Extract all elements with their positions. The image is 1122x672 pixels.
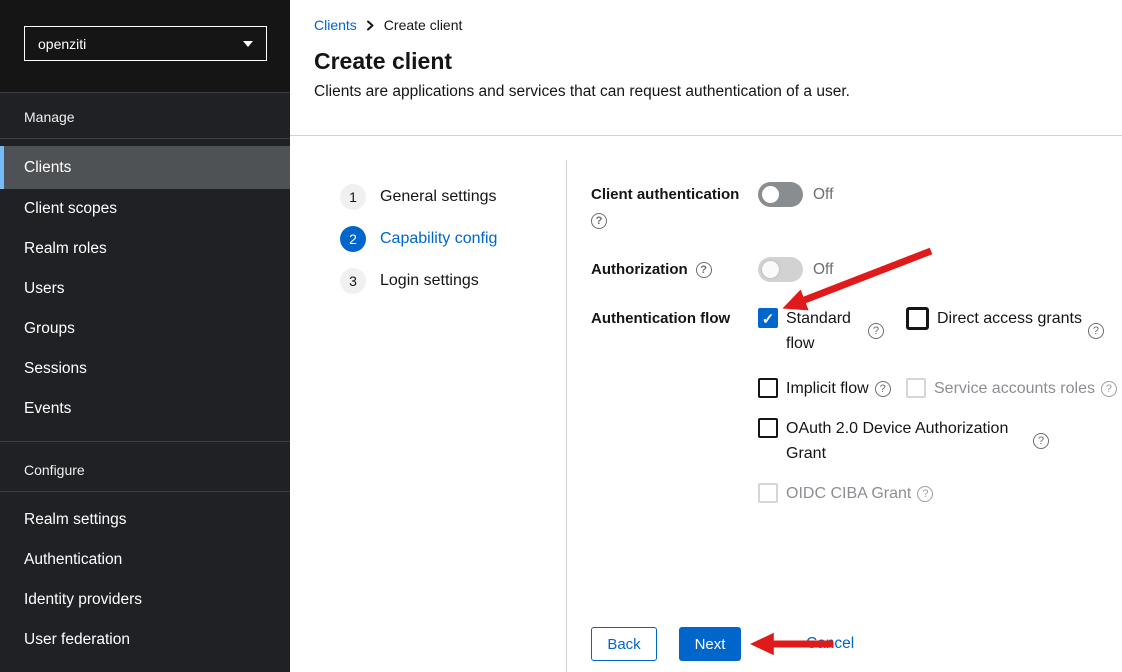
checkbox-grid-row: ✓ Standard flow ? Direct access grants ?: [758, 306, 1117, 356]
nav-list-configure: Realm settings Authentication Identity p…: [0, 492, 290, 660]
wizard-footer: Back Next Cancel: [591, 627, 854, 661]
wizard-step-general-settings[interactable]: 1 General settings: [340, 184, 566, 210]
back-button[interactable]: Back: [591, 627, 657, 661]
oauth-device-grant-label[interactable]: OAuth 2.0 Device Authorization Grant: [786, 416, 1021, 466]
service-accounts-roles-label: Service accounts roles: [934, 376, 1095, 401]
authorization-label: Authorization: [591, 260, 688, 279]
capability-config-form: Client authentication ? Off Authorizatio…: [567, 136, 1122, 672]
nav-group-title-configure: Configure: [0, 442, 290, 492]
help-icon[interactable]: ?: [1101, 381, 1117, 397]
help-icon[interactable]: ?: [875, 381, 891, 397]
help-icon[interactable]: ?: [696, 262, 712, 278]
direct-access-grants-checkbox[interactable]: [906, 307, 929, 330]
oauth-device-grant-option: OAuth 2.0 Device Authorization Grant ?: [758, 416, 1049, 466]
authentication-flow-label: Authentication flow: [591, 306, 758, 328]
sidebar-item-realm-roles[interactable]: Realm roles: [0, 229, 290, 269]
next-button[interactable]: Next: [679, 627, 741, 661]
step-label: Capability config: [380, 230, 497, 248]
nav-group-title-manage: Manage: [0, 93, 290, 139]
help-icon[interactable]: ?: [917, 486, 933, 502]
standard-flow-checkbox[interactable]: ✓: [758, 308, 778, 328]
sidebar: openziti Manage Clients Client scopes Re…: [0, 0, 290, 672]
direct-access-grants-option: Direct access grants ?: [906, 306, 1104, 356]
step-number-badge: 1: [340, 184, 366, 210]
breadcrumb: Clients Create client: [314, 17, 1098, 33]
standard-flow-option: ✓ Standard flow ?: [758, 306, 906, 356]
authentication-flow-row: Authentication flow ✓ Standard flow ? Di…: [591, 306, 1122, 506]
service-accounts-roles-checkbox: [906, 378, 926, 398]
help-icon[interactable]: ?: [591, 213, 607, 229]
wizard-steps: 1 General settings 2 Capability config 3…: [290, 136, 566, 672]
authorization-control: Off: [758, 257, 833, 282]
standard-flow-label[interactable]: Standard flow: [786, 306, 856, 356]
sidebar-item-identity-providers[interactable]: Identity providers: [0, 580, 290, 620]
toggle-knob: [762, 261, 779, 278]
oidc-ciba-grant-option: OIDC CIBA Grant ?: [758, 481, 933, 506]
oidc-ciba-grant-label: OIDC CIBA Grant: [786, 481, 911, 506]
authorization-state: Off: [813, 261, 833, 279]
nav-list-manage: Clients Client scopes Realm roles Users …: [0, 139, 290, 429]
client-authentication-toggle[interactable]: [758, 182, 803, 207]
authentication-flow-options: ✓ Standard flow ? Direct access grants ?: [758, 306, 1117, 506]
step-number-badge: 3: [340, 268, 366, 294]
sidebar-item-sessions[interactable]: Sessions: [0, 349, 290, 389]
page-header: Clients Create client Create client Clie…: [290, 0, 1122, 136]
client-authentication-label: Client authentication: [591, 185, 758, 204]
keycloak-admin-console: openziti Manage Clients Client scopes Re…: [0, 0, 1122, 672]
help-icon[interactable]: ?: [868, 323, 884, 339]
wizard-step-login-settings[interactable]: 3 Login settings: [340, 268, 566, 294]
client-authentication-label-group: Client authentication ?: [591, 182, 758, 229]
help-icon[interactable]: ?: [1033, 433, 1049, 449]
oidc-ciba-grant-checkbox: [758, 483, 778, 503]
sidebar-item-users[interactable]: Users: [0, 269, 290, 309]
toggle-knob: [762, 186, 779, 203]
oauth-device-grant-checkbox[interactable]: [758, 418, 778, 438]
sidebar-item-realm-settings[interactable]: Realm settings: [0, 500, 290, 540]
sidebar-divider: [0, 429, 290, 442]
main-content: Clients Create client Create client Clie…: [290, 0, 1122, 672]
help-icon[interactable]: ?: [1088, 323, 1104, 339]
client-authentication-control: Off: [758, 182, 833, 207]
sidebar-item-events[interactable]: Events: [0, 389, 290, 429]
step-number-badge: 2: [340, 226, 366, 252]
checkbox-grid-row: OIDC CIBA Grant ?: [758, 481, 1117, 506]
authorization-row: Authorization ? Off: [591, 257, 1122, 282]
realm-selector-value: openziti: [38, 36, 86, 52]
wizard-step-capability-config[interactable]: 2 Capability config: [340, 226, 566, 252]
wizard-body: 1 General settings 2 Capability config 3…: [290, 136, 1122, 672]
implicit-flow-label[interactable]: Implicit flow: [786, 376, 869, 401]
implicit-flow-checkbox[interactable]: [758, 378, 778, 398]
page-subtitle: Clients are applications and services th…: [314, 83, 1098, 101]
authorization-toggle: [758, 257, 803, 282]
sidebar-item-clients[interactable]: Clients: [0, 146, 290, 189]
sidebar-item-client-scopes[interactable]: Client scopes: [0, 189, 290, 229]
direct-access-grants-label[interactable]: Direct access grants: [937, 306, 1082, 331]
breadcrumb-link-clients[interactable]: Clients: [314, 17, 357, 33]
realm-selector[interactable]: openziti: [24, 26, 267, 61]
sidebar-item-groups[interactable]: Groups: [0, 309, 290, 349]
step-label: General settings: [380, 188, 497, 206]
caret-down-icon: [243, 41, 253, 47]
checkbox-grid-row: Implicit flow ? Service accounts roles ?: [758, 376, 1117, 401]
page-title: Create client: [314, 48, 1098, 75]
client-authentication-row: Client authentication ? Off: [591, 182, 1122, 229]
implicit-flow-option: Implicit flow ?: [758, 376, 906, 401]
client-authentication-state: Off: [813, 186, 833, 204]
realm-selector-band: openziti: [0, 0, 290, 93]
cancel-link[interactable]: Cancel: [806, 635, 854, 653]
breadcrumb-separator-icon: [366, 20, 375, 31]
checkmark-icon: ✓: [760, 310, 776, 326]
sidebar-item-user-federation[interactable]: User federation: [0, 620, 290, 660]
step-label: Login settings: [380, 272, 479, 290]
sidebar-item-authentication[interactable]: Authentication: [0, 540, 290, 580]
checkbox-grid-row: OAuth 2.0 Device Authorization Grant ?: [758, 416, 1117, 466]
authorization-label-group: Authorization ?: [591, 257, 758, 279]
breadcrumb-current: Create client: [384, 17, 463, 33]
service-accounts-roles-option: Service accounts roles ?: [906, 376, 1117, 401]
